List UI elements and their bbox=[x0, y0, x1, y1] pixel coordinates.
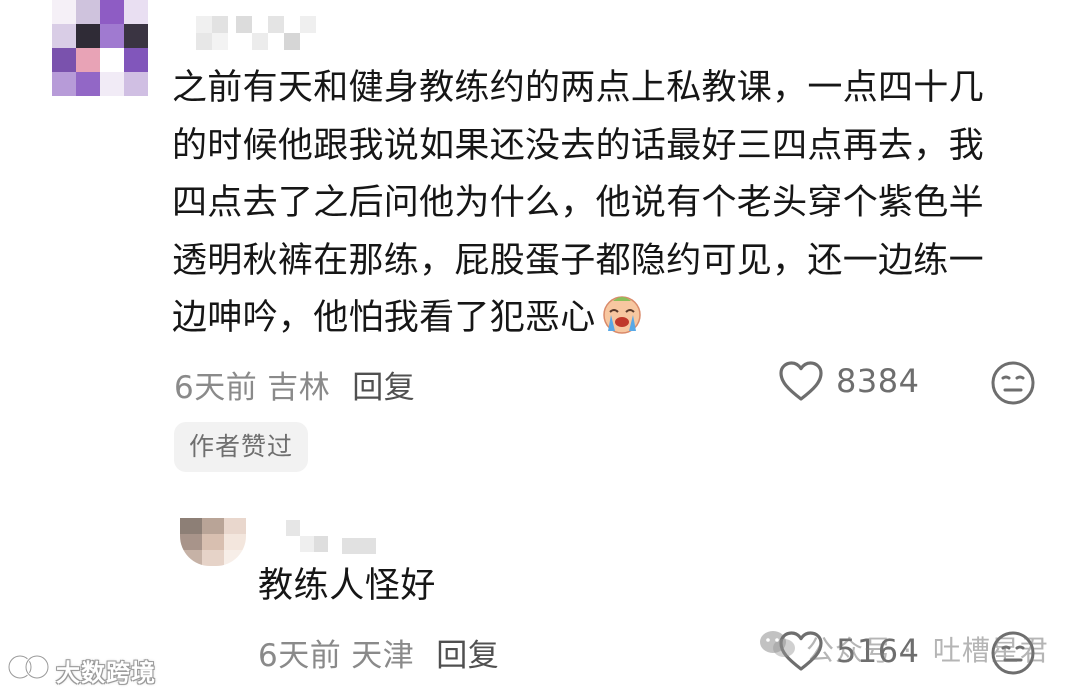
reply-text: 教练人怪好 bbox=[258, 566, 437, 606]
wechat-icon bbox=[758, 628, 798, 669]
reply-avatar[interactable] bbox=[180, 518, 246, 566]
watermark-text: 大数跨境 bbox=[56, 658, 156, 687]
comment-text: 之前有天和健身教练约的两点上私教课，一点四十几 的时候他跟我说如果还没去的话最好… bbox=[172, 60, 1042, 348]
comment-line: 之前有天和健身教练约的两点上私教课，一点四十几 bbox=[172, 68, 984, 108]
reply-username[interactable] bbox=[286, 520, 378, 554]
neutral-face-icon bbox=[990, 361, 1036, 410]
comment-line: 四点去了之后问他为什么，他说有个老头穿个紫色半 bbox=[172, 183, 984, 223]
reply-time: 6天前 bbox=[258, 638, 342, 674]
comment-thread: 之前有天和健身教练约的两点上私教课，一点四十几 的时候他跟我说如果还没去的话最好… bbox=[0, 0, 1080, 689]
comment-line-last: 边呻吟，他怕我看了犯恶心 bbox=[172, 290, 1042, 348]
comment-line: 透明秋裤在那练，屁股蛋子都隐约可见，还一边练一 bbox=[172, 240, 984, 281]
comment-meta: 6天前 吉林 回复 bbox=[174, 362, 415, 407]
comment-location: 吉林 bbox=[267, 370, 331, 406]
like-count: 8384 bbox=[836, 362, 920, 400]
commenter-avatar[interactable] bbox=[52, 0, 148, 96]
commenter-username[interactable] bbox=[196, 16, 324, 50]
watermark-wechat: 公众号 · 吐槽星君 bbox=[758, 628, 1049, 669]
reply-button[interactable]: 回复 bbox=[352, 370, 415, 406]
reply-location: 天津 bbox=[351, 638, 415, 674]
heart-outline-icon bbox=[778, 360, 824, 402]
like-button[interactable]: 8384 bbox=[778, 360, 919, 402]
crying-face-emoji bbox=[600, 291, 644, 335]
watermark-account: 吐槽星君 bbox=[932, 633, 1049, 667]
watermark-bottom-left: 大数跨境 bbox=[6, 652, 156, 688]
reply-reply-button[interactable]: 回复 bbox=[436, 638, 499, 674]
author-liked-badge: 作者赞过 bbox=[174, 422, 309, 472]
reply-meta: 6天前 天津 回复 bbox=[258, 630, 499, 675]
watermark-gzh-label: 公众号 · bbox=[806, 633, 913, 667]
double-circle-logo-icon bbox=[6, 652, 56, 688]
comment-line: 的时候他跟我说如果还没去的话最好三四点再去，我 bbox=[172, 125, 984, 166]
comment-time: 6天前 bbox=[174, 370, 258, 406]
dislike-button[interactable] bbox=[990, 360, 1036, 410]
comment-line: 边呻吟，他怕我看了犯恶心 bbox=[172, 298, 596, 338]
